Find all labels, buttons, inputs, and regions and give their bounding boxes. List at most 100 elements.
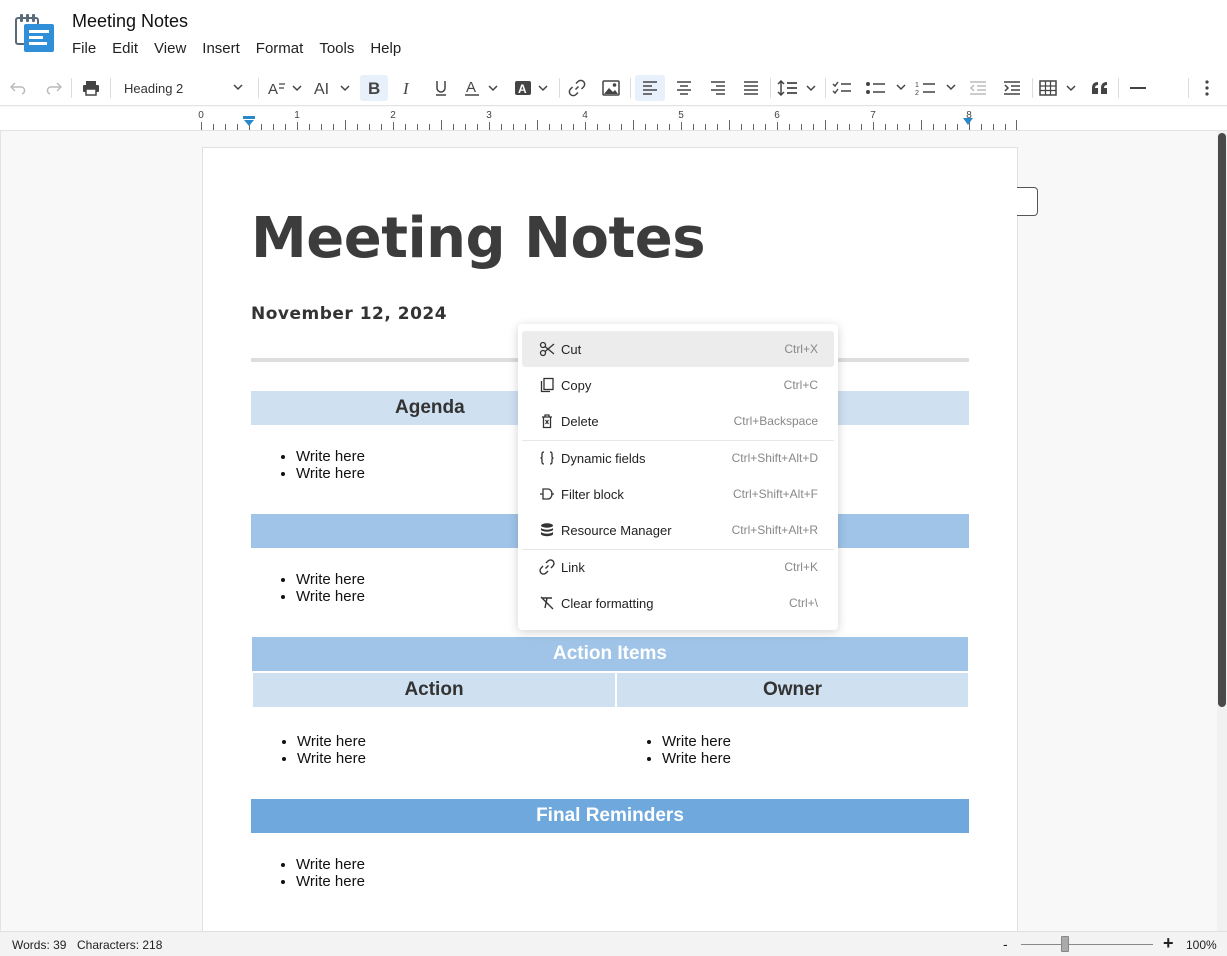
line-spacing-icon[interactable] — [776, 75, 820, 101]
database-icon — [539, 522, 555, 538]
text-case-icon[interactable]: AI — [312, 75, 354, 101]
table-header-owner[interactable]: Owner — [617, 673, 968, 707]
align-right-icon[interactable] — [706, 75, 730, 101]
menu-help[interactable]: Help — [362, 38, 409, 59]
toolbar: Heading 2 A AI B I A A 1 2 — [0, 70, 1227, 106]
bullet-list-icon[interactable] — [864, 75, 908, 101]
braces-icon — [539, 450, 555, 466]
action-items-heading[interactable]: Action Items — [252, 637, 968, 671]
list-item[interactable]: Write here — [296, 448, 365, 465]
context-menu-resource-manager[interactable]: Resource Manager Ctrl+Shift+Alt+R — [522, 512, 834, 548]
list-item[interactable]: Write here — [662, 750, 731, 767]
agenda-list[interactable]: Write here Write here — [251, 448, 365, 482]
align-center-icon[interactable] — [672, 75, 696, 101]
trash-icon — [539, 413, 555, 429]
svg-text:I: I — [402, 80, 410, 96]
comment-margin-button[interactable] — [1017, 187, 1038, 216]
ruler-label: 6 — [774, 110, 780, 121]
scissors-icon — [539, 341, 555, 357]
print-icon[interactable] — [80, 75, 102, 101]
table-icon[interactable] — [1038, 75, 1080, 101]
vertical-scrollbar[interactable] — [1217, 131, 1227, 931]
table-header-action[interactable]: Action — [253, 673, 615, 707]
context-menu-clear-formatting[interactable]: Clear formatting Ctrl+\ — [522, 585, 834, 621]
menu-edit[interactable]: Edit — [104, 38, 146, 59]
text-color-icon[interactable]: A — [462, 75, 502, 101]
zoom-in-button[interactable]: + — [1163, 933, 1174, 954]
font-size-icon[interactable]: A — [266, 75, 304, 101]
justify-icon[interactable] — [739, 75, 763, 101]
status-bar: Words: 39 Characters: 218 - + 100% — [0, 931, 1227, 956]
left-indent-marker[interactable] — [242, 115, 256, 129]
character-count: Characters: 218 — [77, 938, 163, 952]
ruler-label: 7 — [870, 110, 876, 121]
ruler-ticks — [201, 120, 1017, 130]
list-item[interactable]: Write here — [296, 571, 365, 588]
owner-list[interactable]: Write here Write here — [617, 733, 731, 767]
link-icon — [539, 559, 555, 575]
undo-icon[interactable] — [8, 75, 30, 101]
action-list[interactable]: Write here Write here — [252, 733, 366, 767]
menu-bar: File Edit View Insert Format Tools Help — [64, 38, 409, 59]
document-heading[interactable]: Meeting Notes — [251, 206, 706, 271]
context-menu-copy[interactable]: Copy Ctrl+C — [522, 367, 834, 403]
svg-text:A: A — [268, 81, 278, 96]
highlight-color-icon[interactable]: A — [512, 75, 552, 101]
context-menu-filter-block[interactable]: Filter block Ctrl+Shift+Alt+F — [522, 476, 834, 512]
menu-format[interactable]: Format — [248, 38, 312, 59]
document-date[interactable]: November 12, 2024 — [251, 304, 447, 324]
list-item[interactable]: Write here — [662, 733, 731, 750]
zoom-slider-thumb[interactable] — [1060, 936, 1069, 952]
final-list[interactable]: Write here Write here — [251, 856, 365, 890]
link-icon[interactable] — [566, 75, 588, 101]
zoom-slider[interactable] — [1021, 944, 1153, 945]
align-left-icon[interactable] — [635, 75, 665, 101]
ruler-label: 3 — [486, 110, 492, 121]
context-menu-delete[interactable]: Delete Ctrl+Backspace — [522, 403, 834, 439]
menu-tools[interactable]: Tools — [311, 38, 362, 59]
final-reminders-heading[interactable]: Final Reminders — [251, 799, 969, 833]
context-menu-cut[interactable]: Cut Ctrl+X — [522, 331, 834, 367]
list-item[interactable]: Write here — [296, 588, 365, 605]
app-header: Meeting Notes File Edit View Insert Form… — [0, 0, 1227, 70]
list-item[interactable]: Write here — [296, 465, 365, 482]
svg-text:2: 2 — [915, 90, 919, 96]
svg-text:A: A — [466, 80, 476, 96]
svg-text:1: 1 — [915, 82, 919, 89]
scrollbar-thumb[interactable] — [1218, 133, 1226, 707]
right-indent-marker[interactable] — [961, 117, 975, 129]
context-menu-link[interactable]: Link Ctrl+K — [522, 549, 834, 585]
list-item[interactable]: Write here — [297, 750, 366, 767]
image-icon[interactable] — [600, 75, 622, 101]
redo-icon[interactable] — [42, 75, 64, 101]
chevron-down-icon — [232, 81, 244, 96]
section-list[interactable]: Write here Write here — [251, 571, 365, 605]
svg-text:B: B — [368, 80, 380, 96]
numbered-list-icon[interactable]: 12 — [914, 75, 958, 101]
ruler-label: 5 — [678, 110, 684, 121]
context-menu-dynamic-fields[interactable]: Dynamic fields Ctrl+Shift+Alt+D — [522, 440, 834, 476]
list-item[interactable]: Write here — [296, 873, 365, 890]
decrease-indent-icon[interactable] — [966, 75, 990, 101]
copy-icon — [539, 377, 555, 393]
clear-format-icon — [539, 595, 555, 611]
paragraph-style-select[interactable]: Heading 2 — [116, 75, 252, 101]
ruler: 0 1 2 3 4 5 6 7 8 — [0, 107, 1227, 131]
menu-file[interactable]: File — [64, 38, 104, 59]
menu-insert[interactable]: Insert — [194, 38, 248, 59]
list-item[interactable]: Write here — [297, 733, 366, 750]
checklist-icon[interactable] — [830, 75, 854, 101]
more-icon[interactable] — [1196, 75, 1218, 101]
horizontal-rule-icon[interactable] — [1126, 75, 1150, 101]
ruler-label: 1 — [294, 110, 300, 121]
bold-icon[interactable]: B — [360, 75, 388, 101]
italic-icon[interactable]: I — [396, 75, 418, 101]
list-item[interactable]: Write here — [296, 856, 365, 873]
document-title[interactable]: Meeting Notes — [72, 11, 188, 32]
zoom-out-button[interactable]: - — [1003, 936, 1008, 952]
ruler-label: 0 — [198, 110, 204, 121]
underline-icon[interactable] — [430, 75, 452, 101]
increase-indent-icon[interactable] — [1000, 75, 1024, 101]
quote-icon[interactable] — [1088, 75, 1112, 101]
menu-view[interactable]: View — [146, 38, 194, 59]
